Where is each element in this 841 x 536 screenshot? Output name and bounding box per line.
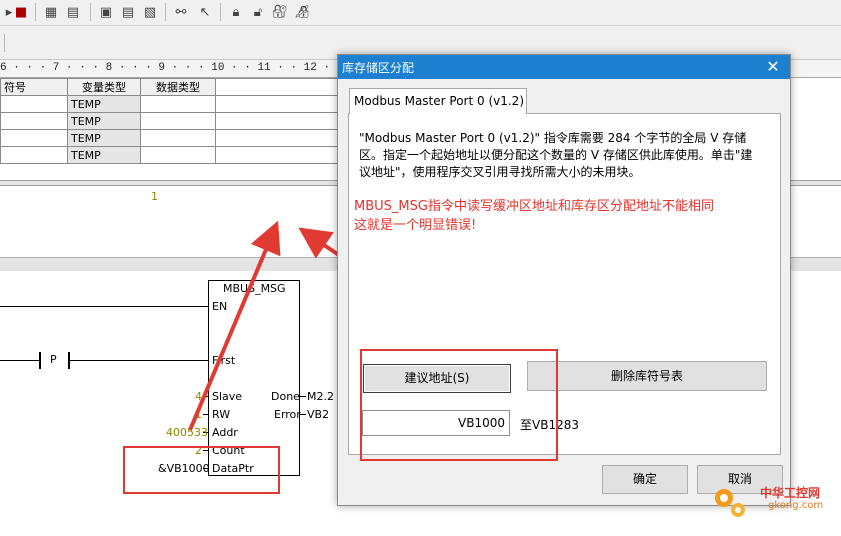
watermark-line-1: 中华工控网 [760, 486, 821, 500]
ok-button[interactable]: 确定 [602, 465, 688, 494]
annotation-line-1: MBUS_MSG指令中读写缓冲区地址和库存区分配地址不能相同 [354, 199, 714, 214]
dialog-title: 库存储区分配 [342, 61, 415, 75]
tab-modbus-master-port[interactable]: Modbus Master Port 0 (v1.2) [349, 88, 527, 114]
dialog-title-bar[interactable]: 库存储区分配 ✕ [338, 55, 790, 79]
watermark: 中华工控网 gkong.com [708, 482, 838, 522]
library-memory-dialog: 库存储区分配 ✕ Modbus Master Port 0 (v1.2) "Mo… [337, 54, 791, 506]
watermark-line-2: gkong.com [768, 500, 824, 511]
gear-icon [715, 489, 745, 517]
description-text: "Modbus Master Port 0 (v1.2)" 指令库需要 284 … [359, 131, 753, 179]
close-icon[interactable]: ✕ [762, 56, 784, 78]
annotation-line-2: 这就是一个明显错误! [354, 218, 477, 233]
annotation-note: MBUS_MSG指令中读写缓冲区地址和库存区分配地址不能相同 这就是一个明显错误… [354, 197, 764, 235]
delete-library-symbols-button[interactable]: 删除库符号表 [527, 361, 767, 391]
annotation-box-address [360, 349, 558, 461]
arrow-from-addr [188, 220, 281, 431]
